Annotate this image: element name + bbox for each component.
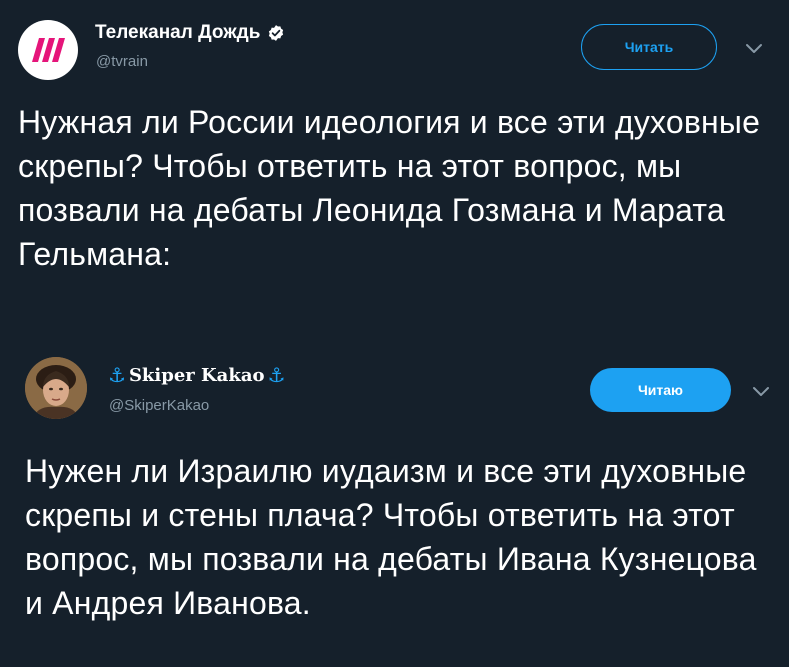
anchor-icon: ⚓ [267,363,286,387]
tvrain-logo-icon[interactable] [18,20,78,80]
author-handle[interactable]: @SkiperKakao [109,397,209,414]
avatar-portrait[interactable] [25,357,87,419]
verified-badge-icon [269,25,284,41]
author-name-row: ⚓ Skiper Kakao ⚓ [108,363,285,387]
tweet-card-tvrain: Телеканал Дождь @tvrain Читать Нужная ли… [0,0,789,355]
chevron-down-icon[interactable] [745,43,763,55]
following-button[interactable]: Читаю [590,368,731,412]
follow-button[interactable]: Читать [581,24,717,70]
author-name[interactable]: Skiper Kakao [129,365,265,386]
tweet-body-text: Нужная ли России идеология и все эти дух… [18,104,761,272]
chevron-down-icon[interactable] [752,386,770,398]
author-name[interactable]: Телеканал Дождь [95,22,260,44]
anchor-icon: ⚓ [108,363,126,387]
author-name-row: Телеканал Дождь [95,22,285,44]
author-handle[interactable]: @tvrain [96,53,148,70]
tweet-body-text: Нужен ли Израилю иудаизм и все эти духов… [25,453,757,621]
